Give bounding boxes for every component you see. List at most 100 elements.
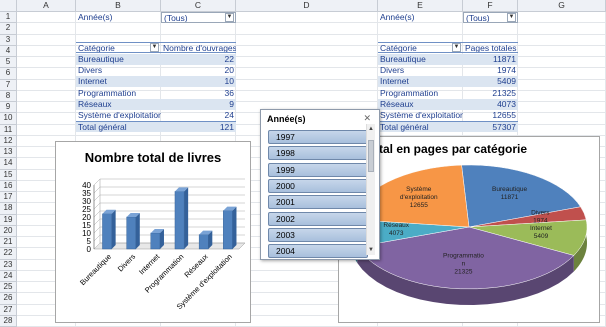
gridline xyxy=(93,234,101,242)
row-header-22[interactable]: 22 xyxy=(0,248,17,260)
row-header-5[interactable]: 5 xyxy=(0,57,17,69)
pivot-row-value: 11871 xyxy=(463,54,518,65)
x-tick-label: Bureautique xyxy=(78,252,113,287)
column-header-c[interactable]: C xyxy=(161,0,236,12)
row-header-7[interactable]: 7 xyxy=(0,79,17,91)
pie-data-label: d'exploitation xyxy=(400,194,438,201)
bar-side xyxy=(184,187,189,249)
row-header-14[interactable]: 14 xyxy=(0,158,17,170)
slicer-item-2004[interactable]: 2004 xyxy=(268,244,368,259)
row-header-25[interactable]: 25 xyxy=(0,282,17,294)
clear-filter-icon[interactable]: ✕ xyxy=(363,113,371,124)
bar xyxy=(198,234,209,250)
pivot-row-value: 24 xyxy=(224,110,234,120)
pivot-row-label: Divers xyxy=(78,65,103,76)
scroll-thumb[interactable] xyxy=(368,140,374,172)
row-header-20[interactable]: 20 xyxy=(0,225,17,237)
row-header-28[interactable]: 28 xyxy=(0,315,17,327)
slicer-item-2003[interactable]: 2003 xyxy=(268,227,368,242)
row-header-27[interactable]: 27 xyxy=(0,304,17,316)
year-slicer[interactable]: Année(s) ✕ 1997 1998 1999 2000 2001 2002 2003 2… xyxy=(260,109,380,260)
gridline xyxy=(93,210,101,218)
row-header-26[interactable]: 26 xyxy=(0,293,17,305)
pivot1-filter-label: Année(s) xyxy=(78,12,113,22)
row-header-11[interactable]: 11 xyxy=(0,124,17,136)
slicer-title: Année(s) xyxy=(267,114,306,124)
row-header-6[interactable]: 6 xyxy=(0,68,17,80)
pivot-row-value: 10 xyxy=(161,76,236,88)
bar xyxy=(150,232,161,250)
slicer-scrollbar[interactable]: ▲ ▼ xyxy=(366,124,375,255)
row-header-23[interactable]: 23 xyxy=(0,259,17,271)
pie-data-label: n xyxy=(462,260,466,267)
row-header-24[interactable]: 24 xyxy=(0,270,17,282)
pivot-row-label: Programmation xyxy=(78,87,137,98)
row-header-17[interactable]: 17 xyxy=(0,192,17,204)
gridline xyxy=(93,194,101,202)
pivot-row-label: Internet xyxy=(378,76,463,88)
y-tick-label: 20 xyxy=(82,213,91,222)
filter-dropdown-icon[interactable]: ▼ xyxy=(452,43,461,52)
pivot-row-label: Réseaux xyxy=(76,98,161,110)
pivot-row-value: 36 xyxy=(224,87,234,98)
column-header-g[interactable]: G xyxy=(518,0,606,12)
row-header-3[interactable]: 3 xyxy=(0,34,17,46)
row-header-21[interactable]: 21 xyxy=(0,237,17,249)
slicer-item-1999[interactable]: 1999 xyxy=(268,162,368,177)
pivot1-header-value: Nombre d'ouvrages xyxy=(161,42,236,53)
row-header-15[interactable]: 15 xyxy=(0,169,17,181)
row-header-9[interactable]: 9 xyxy=(0,102,17,114)
bar xyxy=(174,191,185,250)
dropdown-arrow-icon[interactable]: ▼ xyxy=(507,13,516,22)
row-header-10[interactable]: 10 xyxy=(0,113,17,125)
column-header-b[interactable]: B xyxy=(76,0,161,12)
scroll-down-icon[interactable]: ▼ xyxy=(368,247,374,253)
row-header-16[interactable]: 16 xyxy=(0,180,17,192)
slicer-item-1998[interactable]: 1998 xyxy=(268,146,368,161)
pivot-row-label: Réseaux xyxy=(378,98,463,110)
dropdown-arrow-icon[interactable]: ▼ xyxy=(225,13,234,22)
pivot1-total-label: Total général xyxy=(76,121,161,132)
column-header-e[interactable]: E xyxy=(378,0,463,12)
slicer-item-1997[interactable]: 1997 xyxy=(268,130,368,144)
column-header-a[interactable]: A xyxy=(17,0,76,12)
y-tick-label: 5 xyxy=(87,237,92,246)
y-tick-label: 10 xyxy=(82,229,91,238)
pie-data-label: Bureautique xyxy=(492,186,527,193)
slicer-item-2000[interactable]: 2000 xyxy=(268,178,368,193)
x-tick-label: Divers xyxy=(116,252,138,274)
pie-data-label: 5409 xyxy=(534,233,549,240)
pivot-row-label: Système d'exploitation xyxy=(380,110,463,120)
pie-data-label: Système xyxy=(406,186,432,193)
select-all-corner[interactable] xyxy=(0,0,17,12)
row-header-18[interactable]: 18 xyxy=(0,203,17,215)
spreadsheet: ABCDEFG 1 2 3 4 5 6 7 8 9 10 11 12 13 14 15 16 17 18 19 20 2… xyxy=(0,0,606,327)
pivot2-filter-label: Année(s) xyxy=(380,12,415,22)
pivot-row-value: 1974 xyxy=(497,65,516,76)
pivot-row-value: 9 xyxy=(161,98,236,110)
pivot-row-value: 22 xyxy=(161,54,236,65)
row-header-8[interactable]: 8 xyxy=(0,90,17,102)
slicer-item-2001[interactable]: 2001 xyxy=(268,195,368,210)
bar-chart[interactable]: Nombre total de livres 0 5 10 15 20 25 30 35 40 B… xyxy=(55,141,251,323)
pie-data-label: 4073 xyxy=(389,230,404,237)
gridline xyxy=(17,33,606,35)
pivot2-total-label: Total général xyxy=(378,121,463,132)
pivot1-total-value: 121 xyxy=(161,121,236,132)
row-header-13[interactable]: 13 xyxy=(0,147,17,159)
row-header-19[interactable]: 19 xyxy=(0,214,17,226)
column-header-d[interactable]: D xyxy=(236,0,378,12)
filter-dropdown-icon[interactable]: ▼ xyxy=(150,43,159,52)
y-tick-label: 25 xyxy=(82,205,91,214)
pie-data-label: Divers xyxy=(531,209,550,216)
gridline xyxy=(93,186,101,194)
row-header-4[interactable]: 4 xyxy=(0,45,17,57)
column-header-f[interactable]: F xyxy=(463,0,518,12)
row-header-2[interactable]: 2 xyxy=(0,23,17,35)
row-header-12[interactable]: 12 xyxy=(0,135,17,147)
slicer-item-2002[interactable]: 2002 xyxy=(268,211,368,226)
pivot-row-label: Bureautique xyxy=(378,54,463,65)
scroll-up-icon[interactable]: ▲ xyxy=(368,126,374,132)
row-header-1[interactable]: 1 xyxy=(0,12,17,24)
y-tick-label: 40 xyxy=(82,181,91,190)
